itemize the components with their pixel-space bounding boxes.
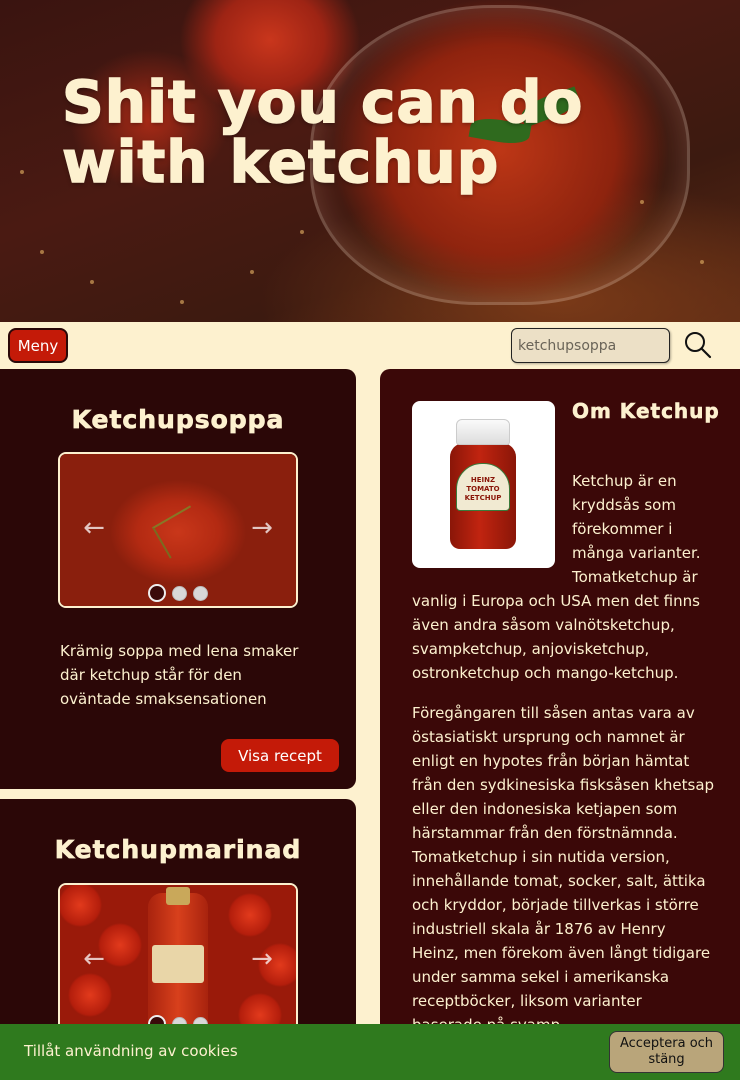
accept-cookies-button[interactable]: Acceptera och stäng	[609, 1031, 724, 1073]
chevron-left-icon[interactable]: ←	[82, 946, 106, 972]
menu-button[interactable]: Meny	[8, 328, 68, 363]
chevron-right-icon[interactable]: →	[250, 515, 274, 541]
cookie-banner: Tillåt användning av cookies Acceptera o…	[0, 1024, 740, 1080]
search-icon[interactable]	[684, 331, 712, 359]
recipe-card: Ketchupsoppa ← → Krämig soppa med lena s…	[0, 369, 356, 789]
recipe-carousel[interactable]: ← →	[58, 883, 298, 1039]
search-input[interactable]	[511, 328, 670, 363]
hero-title: Shit you can do with ketchup	[61, 68, 584, 196]
recipe-title: Ketchupmarinad	[54, 835, 302, 865]
carousel-dot[interactable]	[193, 586, 208, 601]
recipe-carousel[interactable]: ← →	[58, 452, 298, 608]
article-title: Om Ketchup	[572, 399, 720, 423]
navigation-bar: Meny	[0, 322, 740, 370]
about-ketchup-article: HEINZ TOMATO KETCHUP Om Ketchup Ketchup är…	[380, 369, 740, 1080]
carousel-dot[interactable]	[172, 586, 187, 601]
cookie-message: Tillåt användning av cookies	[24, 1042, 238, 1060]
article-paragraph: Föregångaren till såsen antas vara av ös…	[412, 704, 715, 1034]
article-body: Ketchup är en kryddsås som förekommer i …	[412, 469, 716, 1053]
carousel-dot[interactable]	[148, 584, 166, 602]
hero-banner: Shit you can do with ketchup	[0, 0, 740, 322]
chevron-left-icon[interactable]: ←	[82, 515, 106, 541]
recipe-description: Krämig soppa med lena smaker där ketchup…	[60, 642, 299, 708]
recipe-title: Ketchupsoppa	[71, 405, 285, 435]
carousel-indicators	[60, 584, 296, 602]
view-recipe-button[interactable]: Visa recept	[221, 739, 339, 772]
chevron-right-icon[interactable]: →	[250, 946, 274, 972]
